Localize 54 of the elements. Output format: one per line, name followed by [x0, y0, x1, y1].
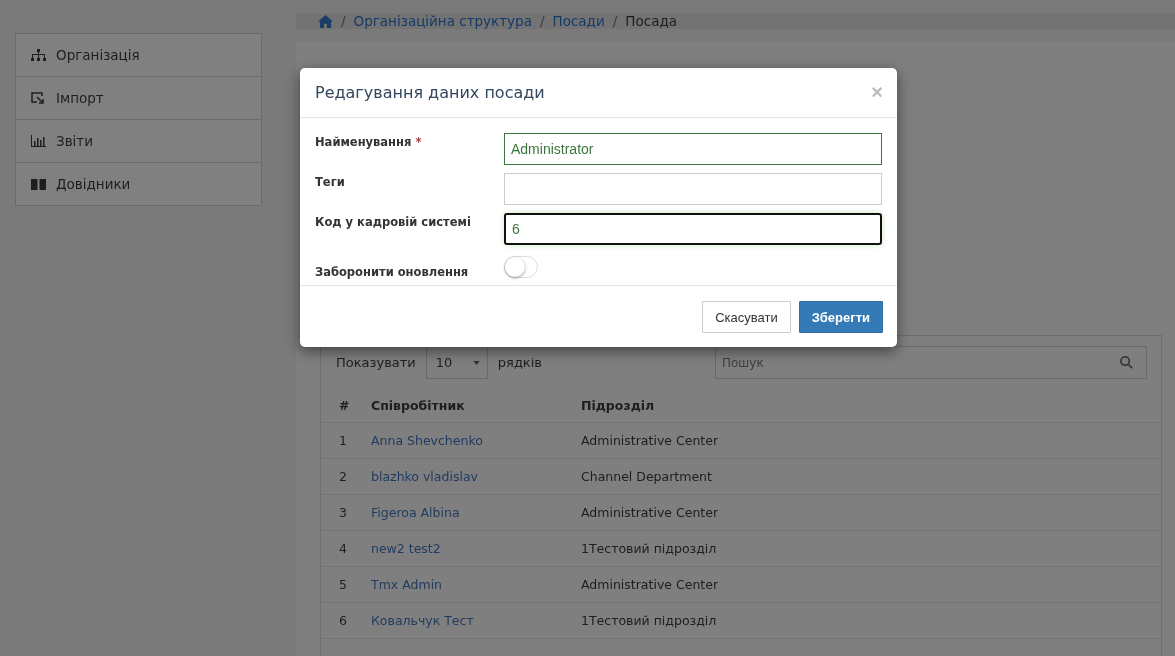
breadcrumb-separator: /: [341, 13, 346, 29]
modal-title: Редагування даних посади: [315, 83, 545, 102]
table-cell: Administrative Center: [581, 422, 1161, 459]
hierarchy-icon: [31, 49, 46, 61]
field-label: Найменування *: [315, 134, 423, 149]
cancel-button[interactable]: Скасувати: [702, 301, 791, 333]
table-cell: Administrative Center: [581, 494, 1161, 531]
bar-chart-icon: [31, 135, 46, 147]
save-button[interactable]: Зберегти: [798, 301, 883, 333]
table-cell: Channel Department: [581, 458, 1161, 495]
employee-link[interactable]: Anna Shevchenko: [371, 433, 483, 448]
table-cell: 6: [321, 602, 371, 639]
toggle-switch[interactable]: [504, 256, 538, 278]
book-icon: [31, 178, 46, 190]
breadcrumb-link[interactable]: Організаційна структура: [353, 13, 532, 29]
search-field[interactable]: Пошук: [715, 346, 1147, 379]
table-cell: 5: [321, 566, 371, 603]
table-cell: 1: [321, 422, 371, 459]
column-header: Співробітник: [371, 389, 581, 423]
table-cell: 2: [321, 458, 371, 495]
column-header: Підрозділ: [581, 389, 1161, 423]
rows-label: рядків: [497, 355, 542, 370]
show-label: Показувати: [336, 355, 416, 370]
field-label: Заборонити оновлення: [315, 264, 470, 279]
column-header: #: [321, 389, 371, 423]
home-link[interactable]: [318, 14, 333, 28]
employee-link[interactable]: Figeroa Albina: [371, 505, 460, 520]
field-label: Код у кадровій системі: [315, 214, 472, 229]
employee-link[interactable]: Ковальчук Тест: [371, 613, 474, 628]
sidebar-item[interactable]: Звіти: [16, 119, 261, 162]
employee-link[interactable]: new2 test2: [371, 541, 441, 556]
text-field[interactable]: Administrator: [504, 133, 882, 165]
table-cell: 1Тестовий підрозділ: [581, 602, 1161, 639]
sidebar-item[interactable]: Організація: [16, 34, 261, 76]
table-cell: 4: [321, 530, 371, 567]
sidebar-item[interactable]: Імпорт: [16, 76, 261, 119]
text-field[interactable]: [504, 173, 882, 205]
breadcrumb-current: Посада: [625, 13, 677, 29]
breadcrumb-link[interactable]: Посади: [552, 13, 605, 29]
caret-icon: [472, 360, 480, 365]
employee-link[interactable]: Tmx Admin: [371, 577, 443, 592]
breadcrumb-separator: /: [612, 13, 618, 29]
sidebar-item[interactable]: Довідники: [16, 162, 261, 205]
search-icon: [1120, 356, 1133, 369]
employee-link[interactable]: blazhko vladislav: [371, 469, 478, 484]
table-cell: 3: [321, 494, 371, 531]
breadcrumb-separator: /: [539, 13, 545, 29]
field-label: Теги: [315, 174, 346, 189]
text-field[interactable]: 6: [504, 213, 882, 245]
required-asterisk: *: [415, 135, 422, 149]
import-icon: [31, 92, 46, 104]
table-cell: Administrative Center: [581, 566, 1161, 603]
home-icon: [318, 14, 333, 28]
table-cell: 1Тестовий підрозділ: [581, 530, 1161, 567]
